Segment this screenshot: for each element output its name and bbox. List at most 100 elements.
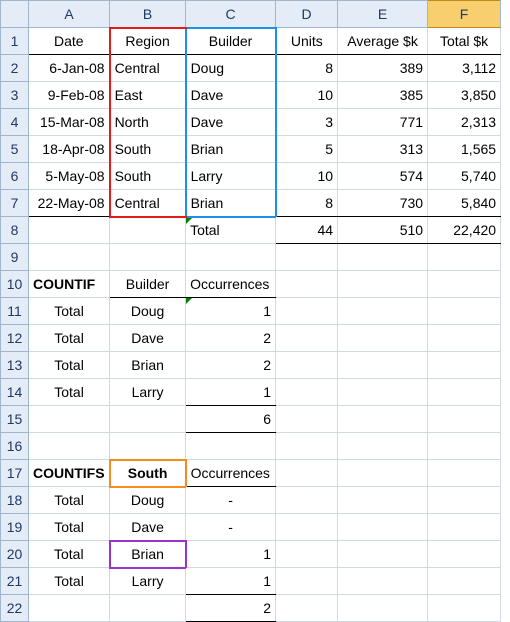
cell[interactable]: Doug: [186, 55, 276, 82]
cell[interactable]: [428, 514, 501, 541]
cell[interactable]: 510: [338, 217, 428, 244]
cell[interactable]: 3,112: [428, 55, 501, 82]
select-all-corner[interactable]: [1, 1, 29, 28]
cell[interactable]: [276, 244, 338, 271]
cell[interactable]: 3,850: [428, 82, 501, 109]
cell[interactable]: [338, 487, 428, 514]
row-header[interactable]: 2: [1, 55, 29, 82]
cell[interactable]: [276, 406, 338, 433]
row-header[interactable]: 8: [1, 217, 29, 244]
row-header[interactable]: 11: [1, 298, 29, 325]
cell[interactable]: [276, 352, 338, 379]
cell[interactable]: Units: [276, 28, 338, 55]
cell[interactable]: Larry: [186, 163, 276, 190]
spreadsheet-grid[interactable]: A B C D E F 1 Date Region Builder Units …: [0, 0, 501, 622]
cell[interactable]: [276, 568, 338, 595]
cell[interactable]: [110, 217, 186, 244]
cell[interactable]: [276, 325, 338, 352]
col-header-C[interactable]: C: [186, 1, 276, 28]
cell[interactable]: 1: [186, 298, 276, 325]
cell[interactable]: [276, 379, 338, 406]
cell[interactable]: Dave: [110, 514, 186, 541]
cell[interactable]: Total: [186, 217, 276, 244]
cell[interactable]: [276, 541, 338, 568]
cell[interactable]: [276, 595, 338, 622]
cell[interactable]: 5: [276, 136, 338, 163]
cell[interactable]: 6: [186, 406, 276, 433]
cell[interactable]: Total: [29, 568, 110, 595]
col-header-D[interactable]: D: [276, 1, 338, 28]
cell[interactable]: 8: [276, 190, 338, 217]
row-header[interactable]: 6: [1, 163, 29, 190]
cell[interactable]: Dave: [110, 325, 186, 352]
cell[interactable]: Total: [29, 541, 110, 568]
cell[interactable]: 1,565: [428, 136, 501, 163]
row-header[interactable]: 13: [1, 352, 29, 379]
cell[interactable]: 8: [276, 55, 338, 82]
cell[interactable]: 730: [338, 190, 428, 217]
cell[interactable]: 771: [338, 109, 428, 136]
row-header[interactable]: 22: [1, 595, 29, 622]
cell[interactable]: [428, 325, 501, 352]
cell[interactable]: 5-May-08: [29, 163, 110, 190]
cell[interactable]: 5,840: [428, 190, 501, 217]
cell[interactable]: Occurrences: [186, 271, 276, 298]
cell[interactable]: [276, 298, 338, 325]
cell[interactable]: 10: [276, 82, 338, 109]
cell[interactable]: Total: [29, 325, 110, 352]
cell[interactable]: 1: [186, 568, 276, 595]
cell[interactable]: South: [110, 136, 186, 163]
cell[interactable]: 2: [186, 352, 276, 379]
cell[interactable]: Larry: [110, 379, 186, 406]
cell[interactable]: Brian: [110, 541, 186, 568]
col-header-E[interactable]: E: [338, 1, 428, 28]
cell[interactable]: South: [110, 460, 186, 487]
cell[interactable]: [110, 244, 186, 271]
cell[interactable]: [338, 406, 428, 433]
cell[interactable]: Central: [110, 55, 186, 82]
cell[interactable]: [110, 406, 186, 433]
cell[interactable]: 574: [338, 163, 428, 190]
cell[interactable]: [110, 433, 186, 460]
cell[interactable]: Builder: [186, 28, 276, 55]
row-header[interactable]: 3: [1, 82, 29, 109]
row-header[interactable]: 17: [1, 460, 29, 487]
cell[interactable]: Larry: [110, 568, 186, 595]
countifs-title[interactable]: COUNTIFS: [29, 460, 110, 487]
cell[interactable]: 10: [276, 163, 338, 190]
cell[interactable]: 18-Apr-08: [29, 136, 110, 163]
cell[interactable]: [29, 595, 110, 622]
cell[interactable]: 1: [186, 541, 276, 568]
row-header[interactable]: 7: [1, 190, 29, 217]
cell[interactable]: [186, 433, 276, 460]
col-header-A[interactable]: A: [29, 1, 110, 28]
cell[interactable]: [428, 271, 501, 298]
cell[interactable]: 9-Feb-08: [29, 82, 110, 109]
cell[interactable]: Dave: [186, 82, 276, 109]
cell[interactable]: 22-May-08: [29, 190, 110, 217]
cell[interactable]: [428, 244, 501, 271]
cell[interactable]: [276, 433, 338, 460]
cell[interactable]: Date: [29, 28, 110, 55]
cell[interactable]: Total: [29, 379, 110, 406]
cell[interactable]: 313: [338, 136, 428, 163]
cell[interactable]: [338, 298, 428, 325]
cell[interactable]: Average $k: [338, 28, 428, 55]
cell[interactable]: 3: [276, 109, 338, 136]
cell[interactable]: [338, 379, 428, 406]
row-header[interactable]: 4: [1, 109, 29, 136]
cell[interactable]: 389: [338, 55, 428, 82]
row-header[interactable]: 16: [1, 433, 29, 460]
cell[interactable]: East: [110, 82, 186, 109]
cell[interactable]: Brian: [186, 136, 276, 163]
countif-title[interactable]: COUNTIF: [29, 271, 110, 298]
cell[interactable]: Total $k: [428, 28, 501, 55]
cell[interactable]: Doug: [110, 298, 186, 325]
row-header[interactable]: 14: [1, 379, 29, 406]
row-header[interactable]: 21: [1, 568, 29, 595]
cell[interactable]: [186, 244, 276, 271]
cell[interactable]: 2: [186, 325, 276, 352]
cell[interactable]: [428, 487, 501, 514]
cell[interactable]: Total: [29, 514, 110, 541]
cell[interactable]: [428, 433, 501, 460]
